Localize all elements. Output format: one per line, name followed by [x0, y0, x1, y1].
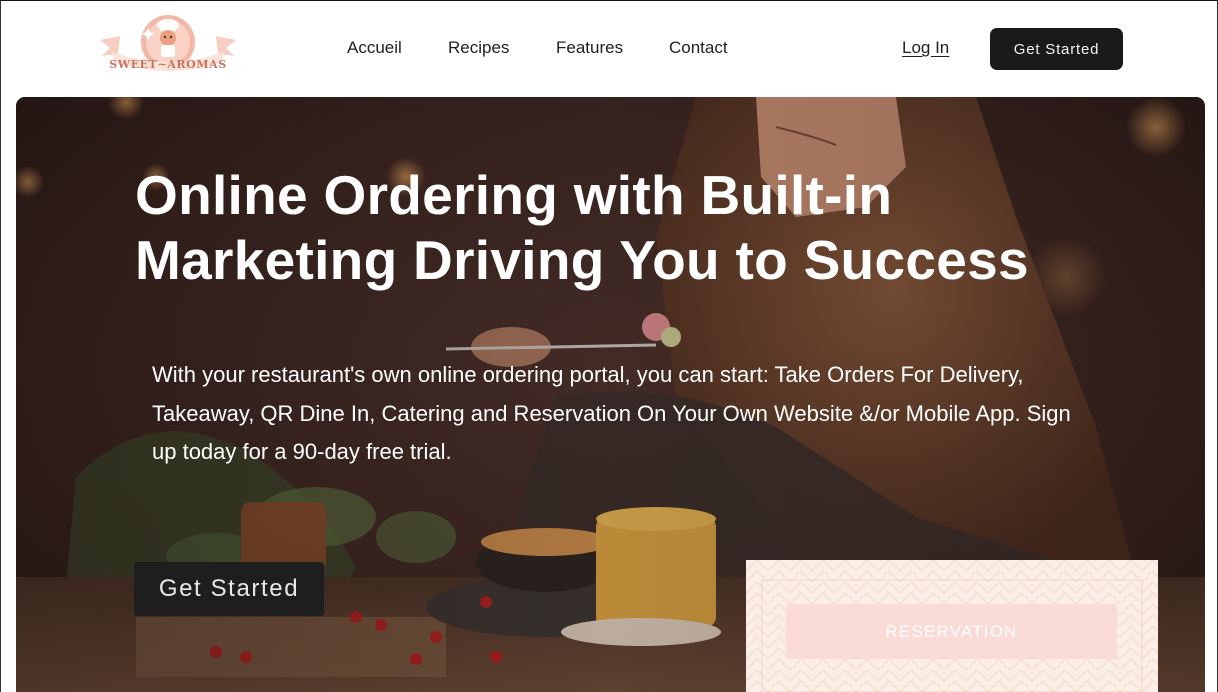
sweet-aromas-logo[interactable]: SWEET~AROMAS: [98, 10, 238, 78]
nav-item-accueil[interactable]: Accueil: [347, 38, 402, 58]
hero-get-started-button[interactable]: Get Started: [134, 562, 324, 616]
hero-description: With your restaurant's own online orderi…: [152, 362, 1071, 464]
nav-item-recipes[interactable]: Recipes: [448, 38, 509, 58]
hero-title-line-1: Online Ordering with Built-in: [135, 164, 893, 226]
reservation-button[interactable]: RESERVATION: [786, 604, 1117, 659]
hero-title-line-2: Marketing Driving You to Success: [135, 229, 1029, 291]
chef-logo-icon: SWEET~AROMAS: [100, 15, 236, 71]
hero-section: Online Ordering with Built-in Marketing …: [16, 97, 1205, 692]
svg-text:SWEET~AROMAS: SWEET~AROMAS: [109, 58, 227, 71]
site-header: SWEET~AROMAS Accueil Recipes Features Co…: [0, 0, 1218, 96]
nav-item-contact[interactable]: Contact: [669, 38, 728, 58]
login-link[interactable]: Log In: [902, 38, 949, 58]
reservation-card: RESERVATION: [746, 560, 1158, 692]
nav-item-features[interactable]: Features: [556, 38, 623, 58]
hero-title: Online Ordering with Built-in Marketing …: [135, 163, 1095, 293]
header-get-started-button[interactable]: Get Started: [990, 28, 1123, 70]
